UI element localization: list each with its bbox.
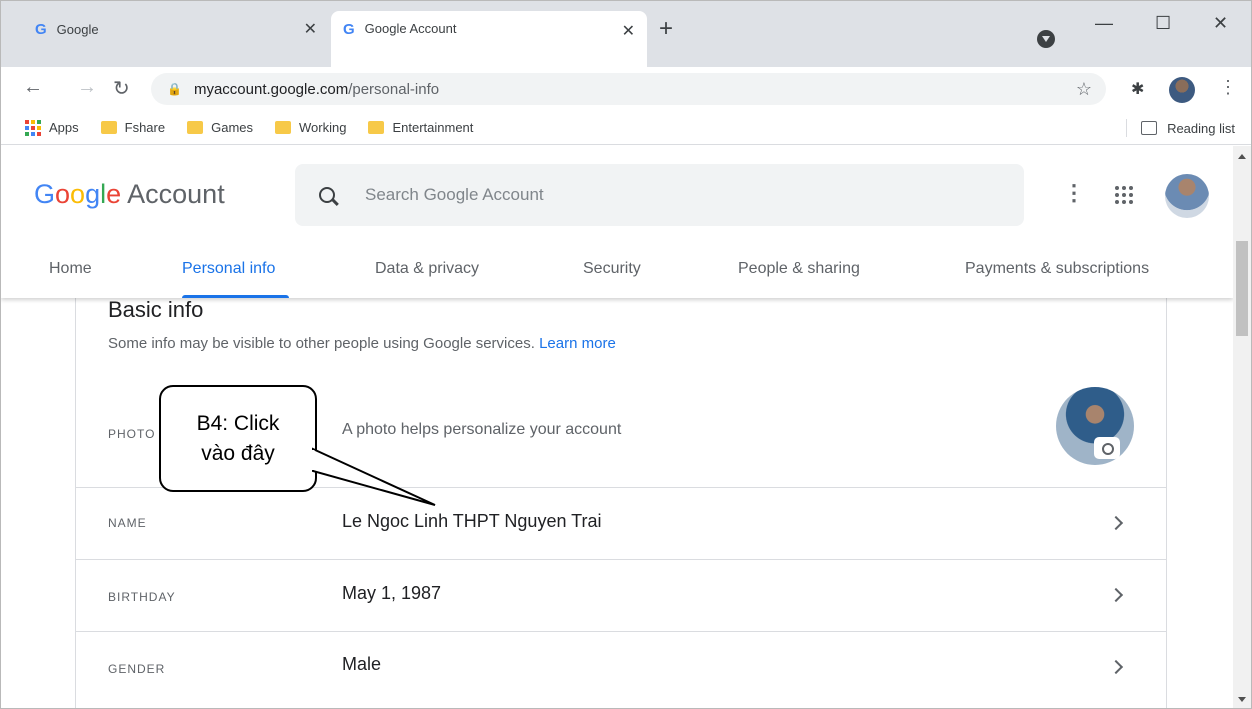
logo-suffix: Account: [127, 179, 225, 209]
profile-photo[interactable]: [1056, 387, 1134, 465]
browser-window: G Google ✕ G Google Account ✕ + — ☐ ✕ ← …: [0, 0, 1252, 709]
account-avatar[interactable]: [1165, 174, 1209, 218]
google-account-logo[interactable]: Google Account: [34, 179, 225, 210]
back-arrow-icon[interactable]: ←: [23, 76, 43, 99]
google-favicon-icon: G: [35, 20, 47, 38]
lock-icon[interactable]: 🔒: [167, 82, 182, 96]
tab-payments-subscriptions[interactable]: Payments & subscriptions: [965, 260, 1149, 278]
address-bar[interactable]: 🔒 myaccount.google.com/personal-info ☆: [151, 73, 1106, 105]
bookmark-label: Fshare: [124, 120, 166, 135]
url-host: myaccount.google.com: [193, 80, 349, 98]
bookmark-star-icon[interactable]: ☆: [1076, 79, 1092, 100]
close-tab-icon[interactable]: ✕: [622, 21, 635, 41]
logo-letter: g: [85, 179, 101, 209]
active-tab-indicator: [182, 295, 289, 298]
folder-icon: [368, 121, 385, 134]
tab-search-icon[interactable]: [1037, 30, 1055, 48]
tab-title: Google Account: [364, 21, 457, 36]
account-header: Google Account Search Google Account ⋮ Ho…: [1, 146, 1233, 298]
row-value: Le Ngoc Linh THPT Nguyen Trai: [342, 511, 602, 531]
row-value: Male: [342, 654, 382, 674]
bookmark-label: Entertainment: [392, 120, 474, 135]
page-scrollbar[interactable]: [1233, 146, 1251, 708]
reading-list-button[interactable]: Reading list: [1126, 119, 1235, 137]
account-search-input[interactable]: Search Google Account: [295, 164, 1024, 226]
annotation-callout: B4: Click vào đây: [159, 385, 317, 492]
bookmark-label: Apps: [49, 120, 79, 135]
tab-personal-info[interactable]: Personal info: [182, 260, 275, 278]
apps-grid-icon: [25, 119, 41, 136]
google-favicon-icon: G: [343, 21, 355, 38]
close-tab-icon[interactable]: ✕: [304, 19, 317, 39]
logo-letter: e: [106, 179, 122, 209]
tab-security[interactable]: Security: [583, 260, 641, 278]
logo-letter: o: [70, 179, 86, 209]
folder-icon: [100, 121, 117, 134]
logo-letter: G: [34, 179, 56, 209]
forward-arrow-icon[interactable]: →: [77, 76, 97, 99]
scrollbar-thumb[interactable]: [1236, 241, 1248, 336]
account-nav: Home Personal info Data & privacy Securi…: [1, 258, 1233, 298]
extensions-puzzle-icon[interactable]: ✱: [1131, 79, 1144, 99]
more-options-icon[interactable]: ⋮: [1063, 180, 1085, 206]
bookmark-working[interactable]: Working: [275, 120, 346, 135]
divider: [1126, 119, 1128, 137]
tab-home[interactable]: Home: [49, 260, 92, 278]
folder-icon: [275, 121, 292, 134]
tab-google[interactable]: G Google ✕: [23, 11, 329, 47]
google-apps-icon[interactable]: [1115, 186, 1133, 204]
row-value: A photo helps personalize your account: [342, 421, 622, 438]
birthday-row[interactable]: BIRTHDAY May 1, 1987: [76, 559, 1166, 631]
bookmark-fshare[interactable]: Fshare: [100, 120, 166, 135]
camera-icon[interactable]: [1096, 439, 1118, 457]
tab-data-privacy[interactable]: Data & privacy: [375, 260, 479, 278]
chevron-right-icon[interactable]: [1108, 587, 1124, 603]
card-title: Basic info: [108, 297, 204, 322]
gender-row[interactable]: GENDER Male: [76, 631, 1166, 703]
chevron-right-icon[interactable]: [1108, 515, 1124, 531]
scroll-down-arrow-icon[interactable]: [1238, 697, 1246, 702]
profile-avatar[interactable]: [1169, 77, 1195, 103]
bookmark-games[interactable]: Games: [187, 120, 253, 135]
row-value: May 1, 1987: [342, 583, 442, 603]
bookmarks-bar: Apps Fshare Games Working Entertainment …: [1, 111, 1251, 145]
row-label: PHOTO: [108, 427, 156, 441]
card-description: Some info may be visible to other people…: [108, 335, 616, 352]
reading-list-icon: [1141, 121, 1158, 135]
description-text: Some info may be visible to other people…: [108, 335, 535, 352]
bookmark-label: Working: [299, 120, 347, 135]
scroll-up-arrow-icon[interactable]: [1238, 154, 1246, 159]
row-label: BIRTHDAY: [108, 590, 176, 604]
bookmark-apps[interactable]: Apps: [1, 119, 79, 136]
bookmark-entertainment[interactable]: Entertainment: [368, 120, 473, 135]
browser-toolbar: ← → ↻ 🔒 myaccount.google.com/personal-in…: [1, 67, 1251, 111]
tab-people-sharing[interactable]: People & sharing: [738, 260, 860, 278]
folder-icon: [187, 121, 204, 134]
logo-letter: o: [55, 179, 71, 209]
learn-more-link[interactable]: Learn more: [539, 335, 616, 352]
maximize-button[interactable]: ☐: [1155, 13, 1171, 34]
callout-line-2: vào đây: [201, 441, 275, 465]
search-placeholder: Search Google Account: [365, 185, 544, 204]
tab-title: Google: [56, 21, 99, 37]
tab-google-account[interactable]: G Google Account ✕: [331, 11, 647, 67]
search-icon: [319, 187, 335, 203]
name-row[interactable]: NAME Le Ngoc Linh THPT Nguyen Trai: [76, 487, 1166, 559]
new-tab-button[interactable]: +: [659, 17, 673, 41]
tab-strip: G Google ✕ G Google Account ✕ + — ☐ ✕: [1, 1, 1251, 67]
bookmark-label: Games: [211, 120, 254, 135]
close-window-button[interactable]: ✕: [1213, 13, 1228, 34]
row-label: NAME: [108, 516, 147, 530]
minimize-button[interactable]: —: [1095, 13, 1113, 34]
browser-menu-icon[interactable]: ⋮: [1219, 77, 1237, 98]
reload-icon[interactable]: ↻: [113, 76, 130, 101]
url-path: /personal-info: [348, 80, 440, 98]
callout-line-1: B4: Click: [196, 411, 280, 435]
reading-list-label: Reading list: [1167, 120, 1235, 136]
row-label: GENDER: [108, 662, 166, 676]
chevron-right-icon[interactable]: [1108, 659, 1124, 675]
